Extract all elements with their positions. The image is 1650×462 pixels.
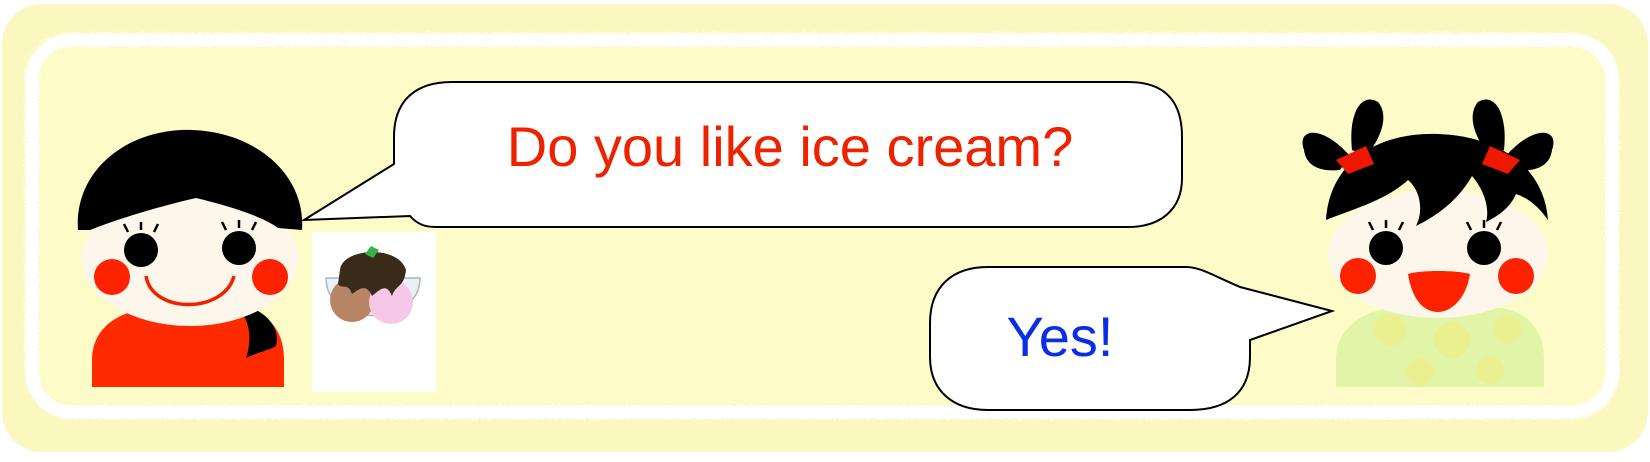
girl-left-eye [1369,231,1403,265]
girl-right-cheek [1498,258,1534,294]
ice-cream-card [312,232,436,392]
scene: Do you like ice cream? Yes! [0,0,1650,457]
girl-right-eye [1467,231,1501,265]
boy-left-cheek [94,259,130,295]
boy-left-eye [124,233,158,267]
scene-canvas [2,4,1648,452]
boy-character [77,129,303,387]
answer-text: Yes! [1006,305,1114,368]
boy-right-cheek [252,259,288,295]
question-text: Do you like ice cream? [506,115,1074,178]
girl-left-cheek [1340,258,1376,294]
boy-right-eye [222,231,256,265]
